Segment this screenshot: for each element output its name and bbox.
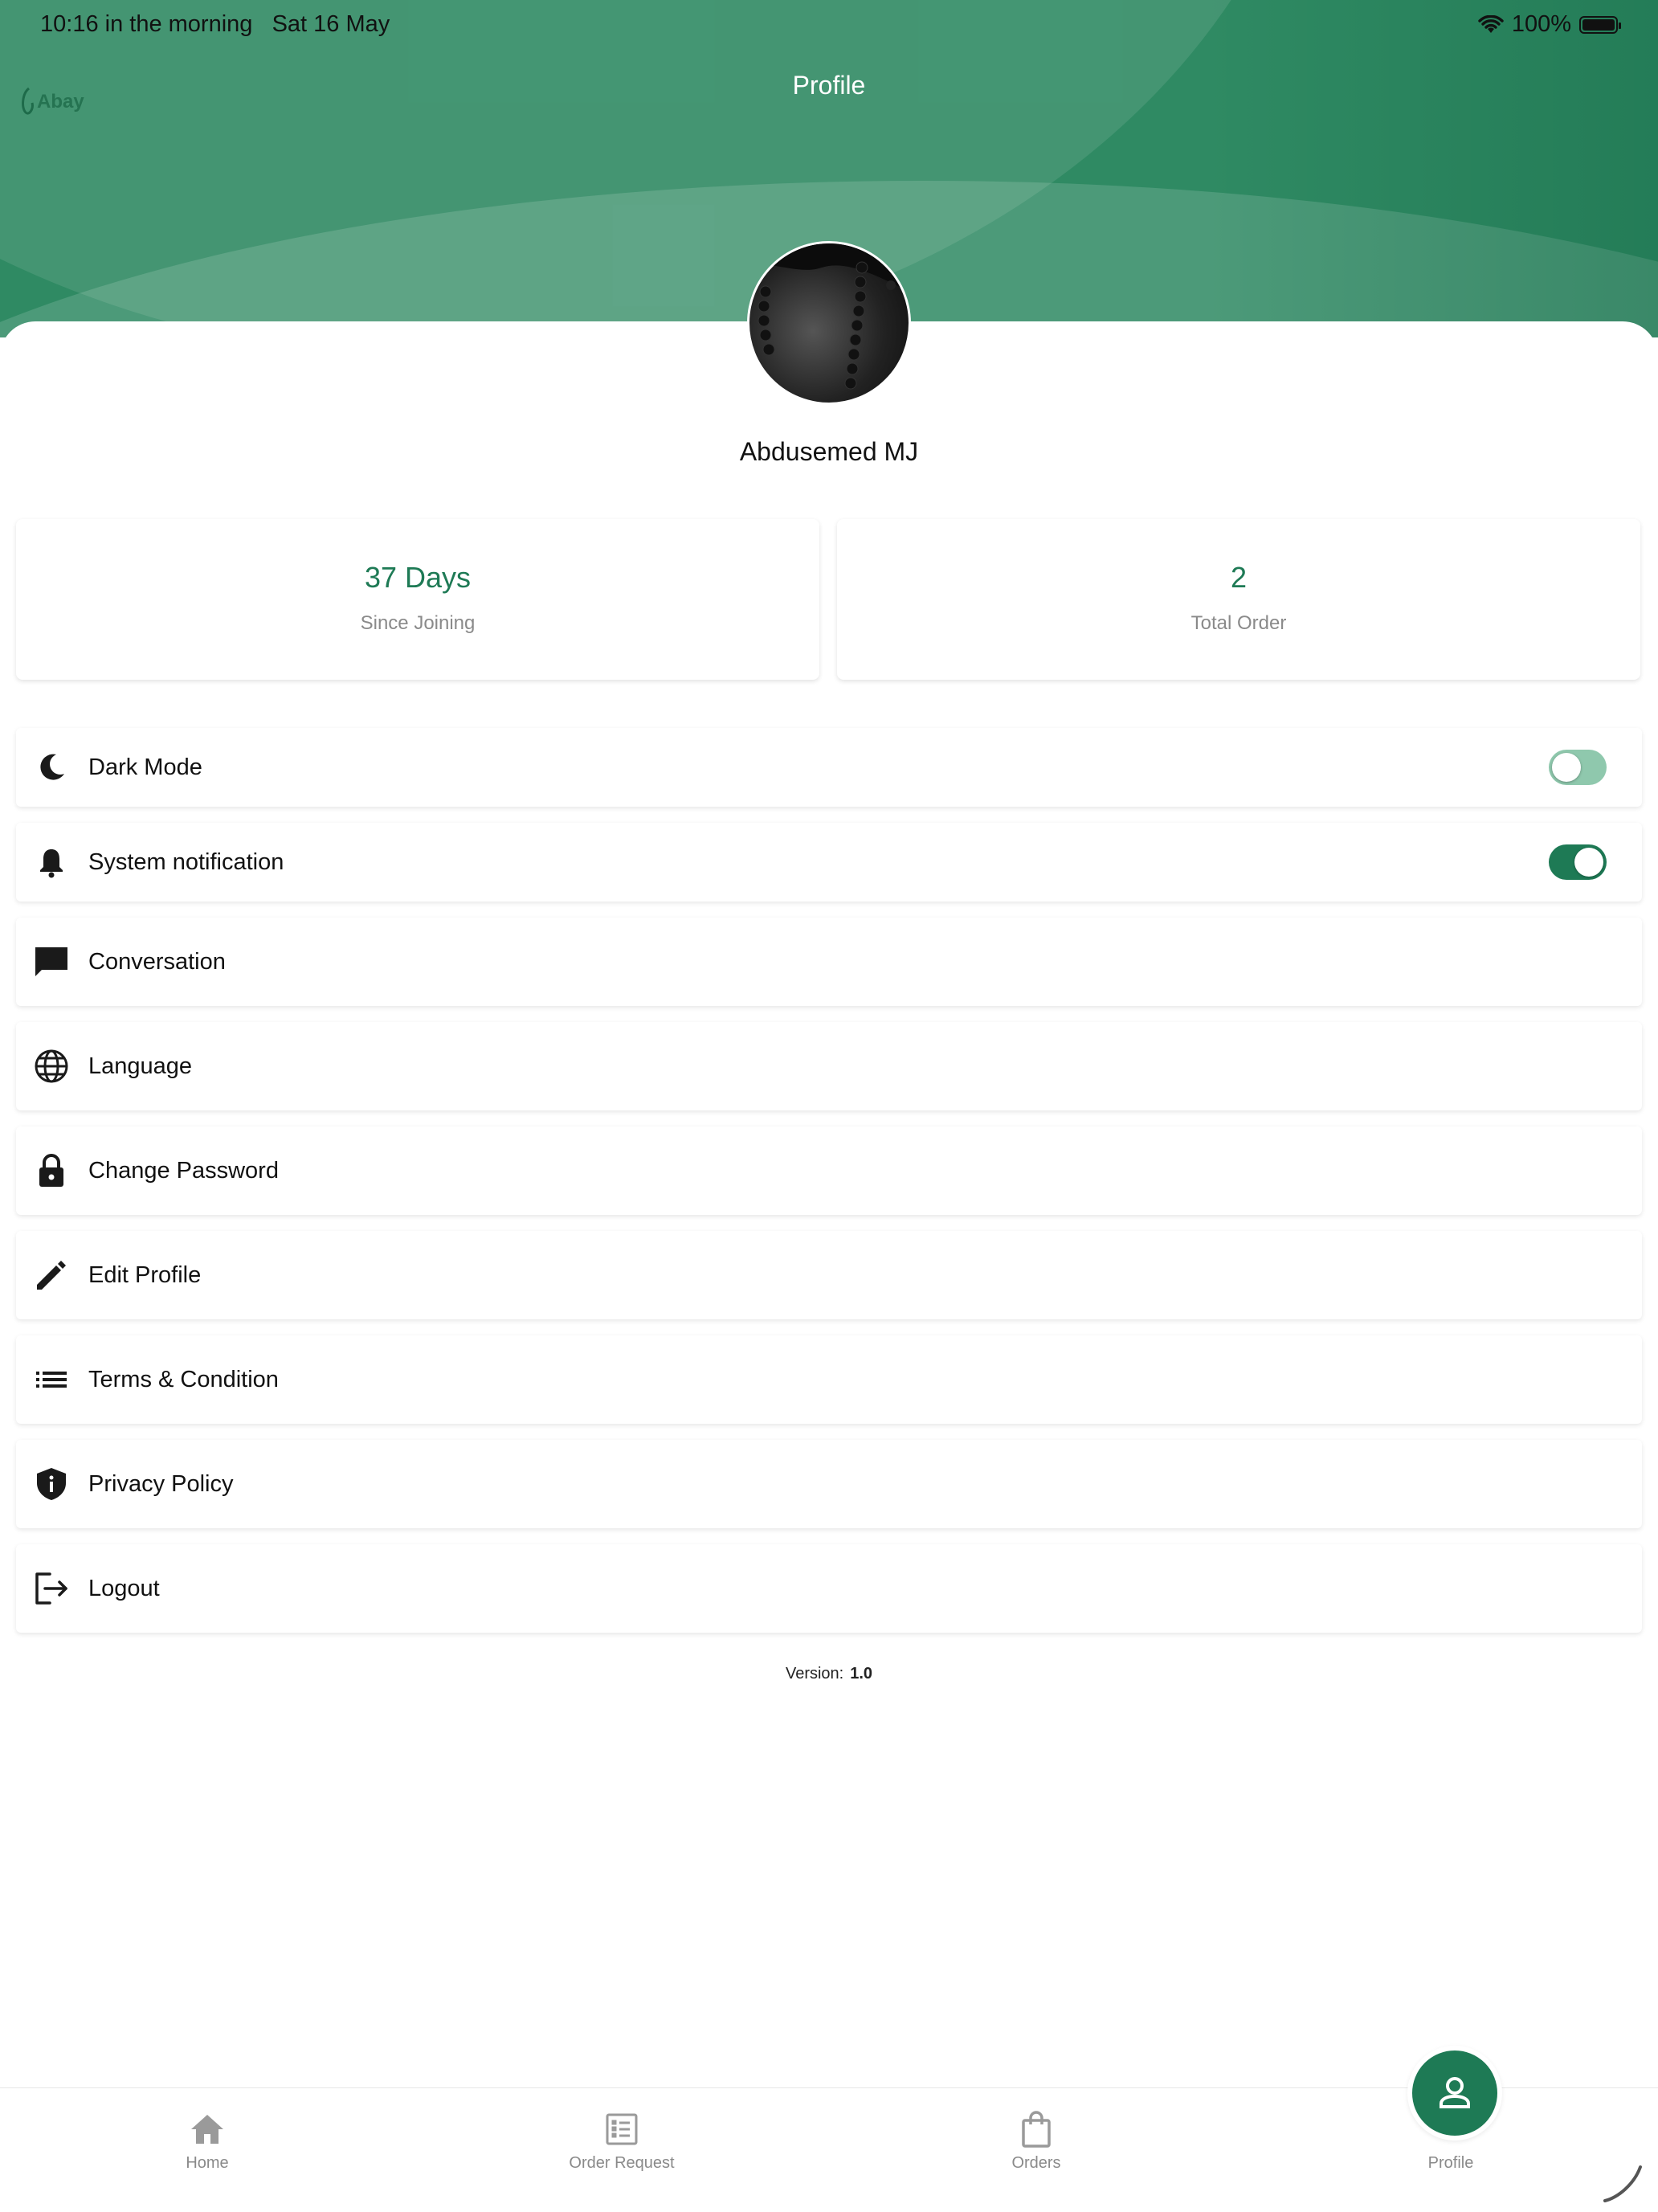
menu-item-change-password[interactable]: Change Password	[16, 1126, 1642, 1215]
status-date: Sat 16 May	[272, 11, 390, 37]
page-title: Profile	[792, 71, 866, 100]
stat-label: Since Joining	[360, 612, 476, 634]
pencil-icon	[34, 1257, 69, 1293]
tab-label: Order Request	[569, 2154, 675, 2172]
menu-item-dark-mode[interactable]: Dark Mode	[16, 728, 1642, 807]
stat-value: 37 Days	[364, 561, 472, 594]
moon-icon	[34, 750, 69, 785]
shield-info-icon	[34, 1466, 69, 1502]
dark-mode-toggle[interactable]	[1549, 750, 1607, 785]
tab-label: Profile	[1427, 2154, 1474, 2172]
tab-order-request[interactable]: Order Request	[501, 2088, 742, 2212]
app-version: Version: 1.0	[0, 1665, 1658, 1683]
globe-icon	[34, 1049, 69, 1084]
menu-item-label: Dark Mode	[88, 754, 202, 780]
stat-card-joining: 37 Days Since Joining	[16, 519, 819, 680]
menu-item-conversation[interactable]: Conversation	[16, 918, 1642, 1006]
avatar-image	[749, 243, 909, 390]
profile-fab-button[interactable]	[1407, 2046, 1502, 2140]
status-time: 10:16 in the morning Sat 16 May	[40, 11, 390, 38]
menu-item-label: Change Password	[88, 1157, 279, 1184]
resize-handle-icon	[1603, 2165, 1642, 2202]
battery-percent: 100%	[1511, 11, 1571, 37]
menu-item-label: Language	[88, 1053, 193, 1079]
menu-item-privacy-policy[interactable]: Privacy Policy	[16, 1440, 1642, 1528]
wifi-icon	[1478, 14, 1504, 33]
menu-item-label: Privacy Policy	[88, 1470, 234, 1497]
menu-item-label: System notification	[88, 848, 284, 875]
menu-item-logout[interactable]: Logout	[16, 1544, 1642, 1633]
status-right: 100%	[1478, 11, 1621, 38]
version-label: Version:	[785, 1665, 844, 1683]
list-alt-icon	[501, 2109, 742, 2149]
notification-toggle[interactable]	[1549, 844, 1607, 880]
home-icon	[87, 2109, 328, 2149]
shopping-bag-icon	[916, 2109, 1157, 2149]
stat-card-orders: 2 Total Order	[837, 519, 1640, 680]
profile-name: Abdusemed MJ	[739, 437, 919, 466]
menu-item-system-notification[interactable]: System notification	[16, 823, 1642, 902]
menu-item-terms[interactable]: Terms & Condition	[16, 1335, 1642, 1424]
bell-icon	[34, 844, 69, 880]
tab-orders[interactable]: Orders	[916, 2088, 1157, 2212]
chat-icon	[34, 944, 69, 979]
version-value: 1.0	[850, 1665, 873, 1683]
person-icon	[1440, 2077, 1470, 2108]
battery-icon	[1579, 15, 1621, 34]
menu-item-edit-profile[interactable]: Edit Profile	[16, 1231, 1642, 1319]
avatar[interactable]	[747, 241, 911, 405]
status-clock: 10:16 in the morning	[40, 11, 253, 37]
lock-icon	[34, 1153, 69, 1188]
tab-label: Home	[186, 2154, 229, 2172]
stat-label: Total Order	[1190, 612, 1287, 634]
tab-home[interactable]: Home	[87, 2088, 328, 2212]
list-icon	[34, 1362, 69, 1397]
stat-value: 2	[1230, 561, 1248, 594]
menu-item-label: Logout	[88, 1575, 160, 1601]
header-shade	[1205, 0, 1658, 337]
menu-item-language[interactable]: Language	[16, 1022, 1642, 1110]
tab-label: Orders	[1011, 2154, 1061, 2172]
menu-item-label: Conversation	[88, 948, 226, 975]
menu-item-label: Edit Profile	[88, 1261, 202, 1288]
status-bar: 10:16 in the morning Sat 16 May 100%	[40, 11, 1621, 43]
logout-icon	[34, 1571, 69, 1606]
menu-item-label: Terms & Condition	[88, 1366, 279, 1392]
